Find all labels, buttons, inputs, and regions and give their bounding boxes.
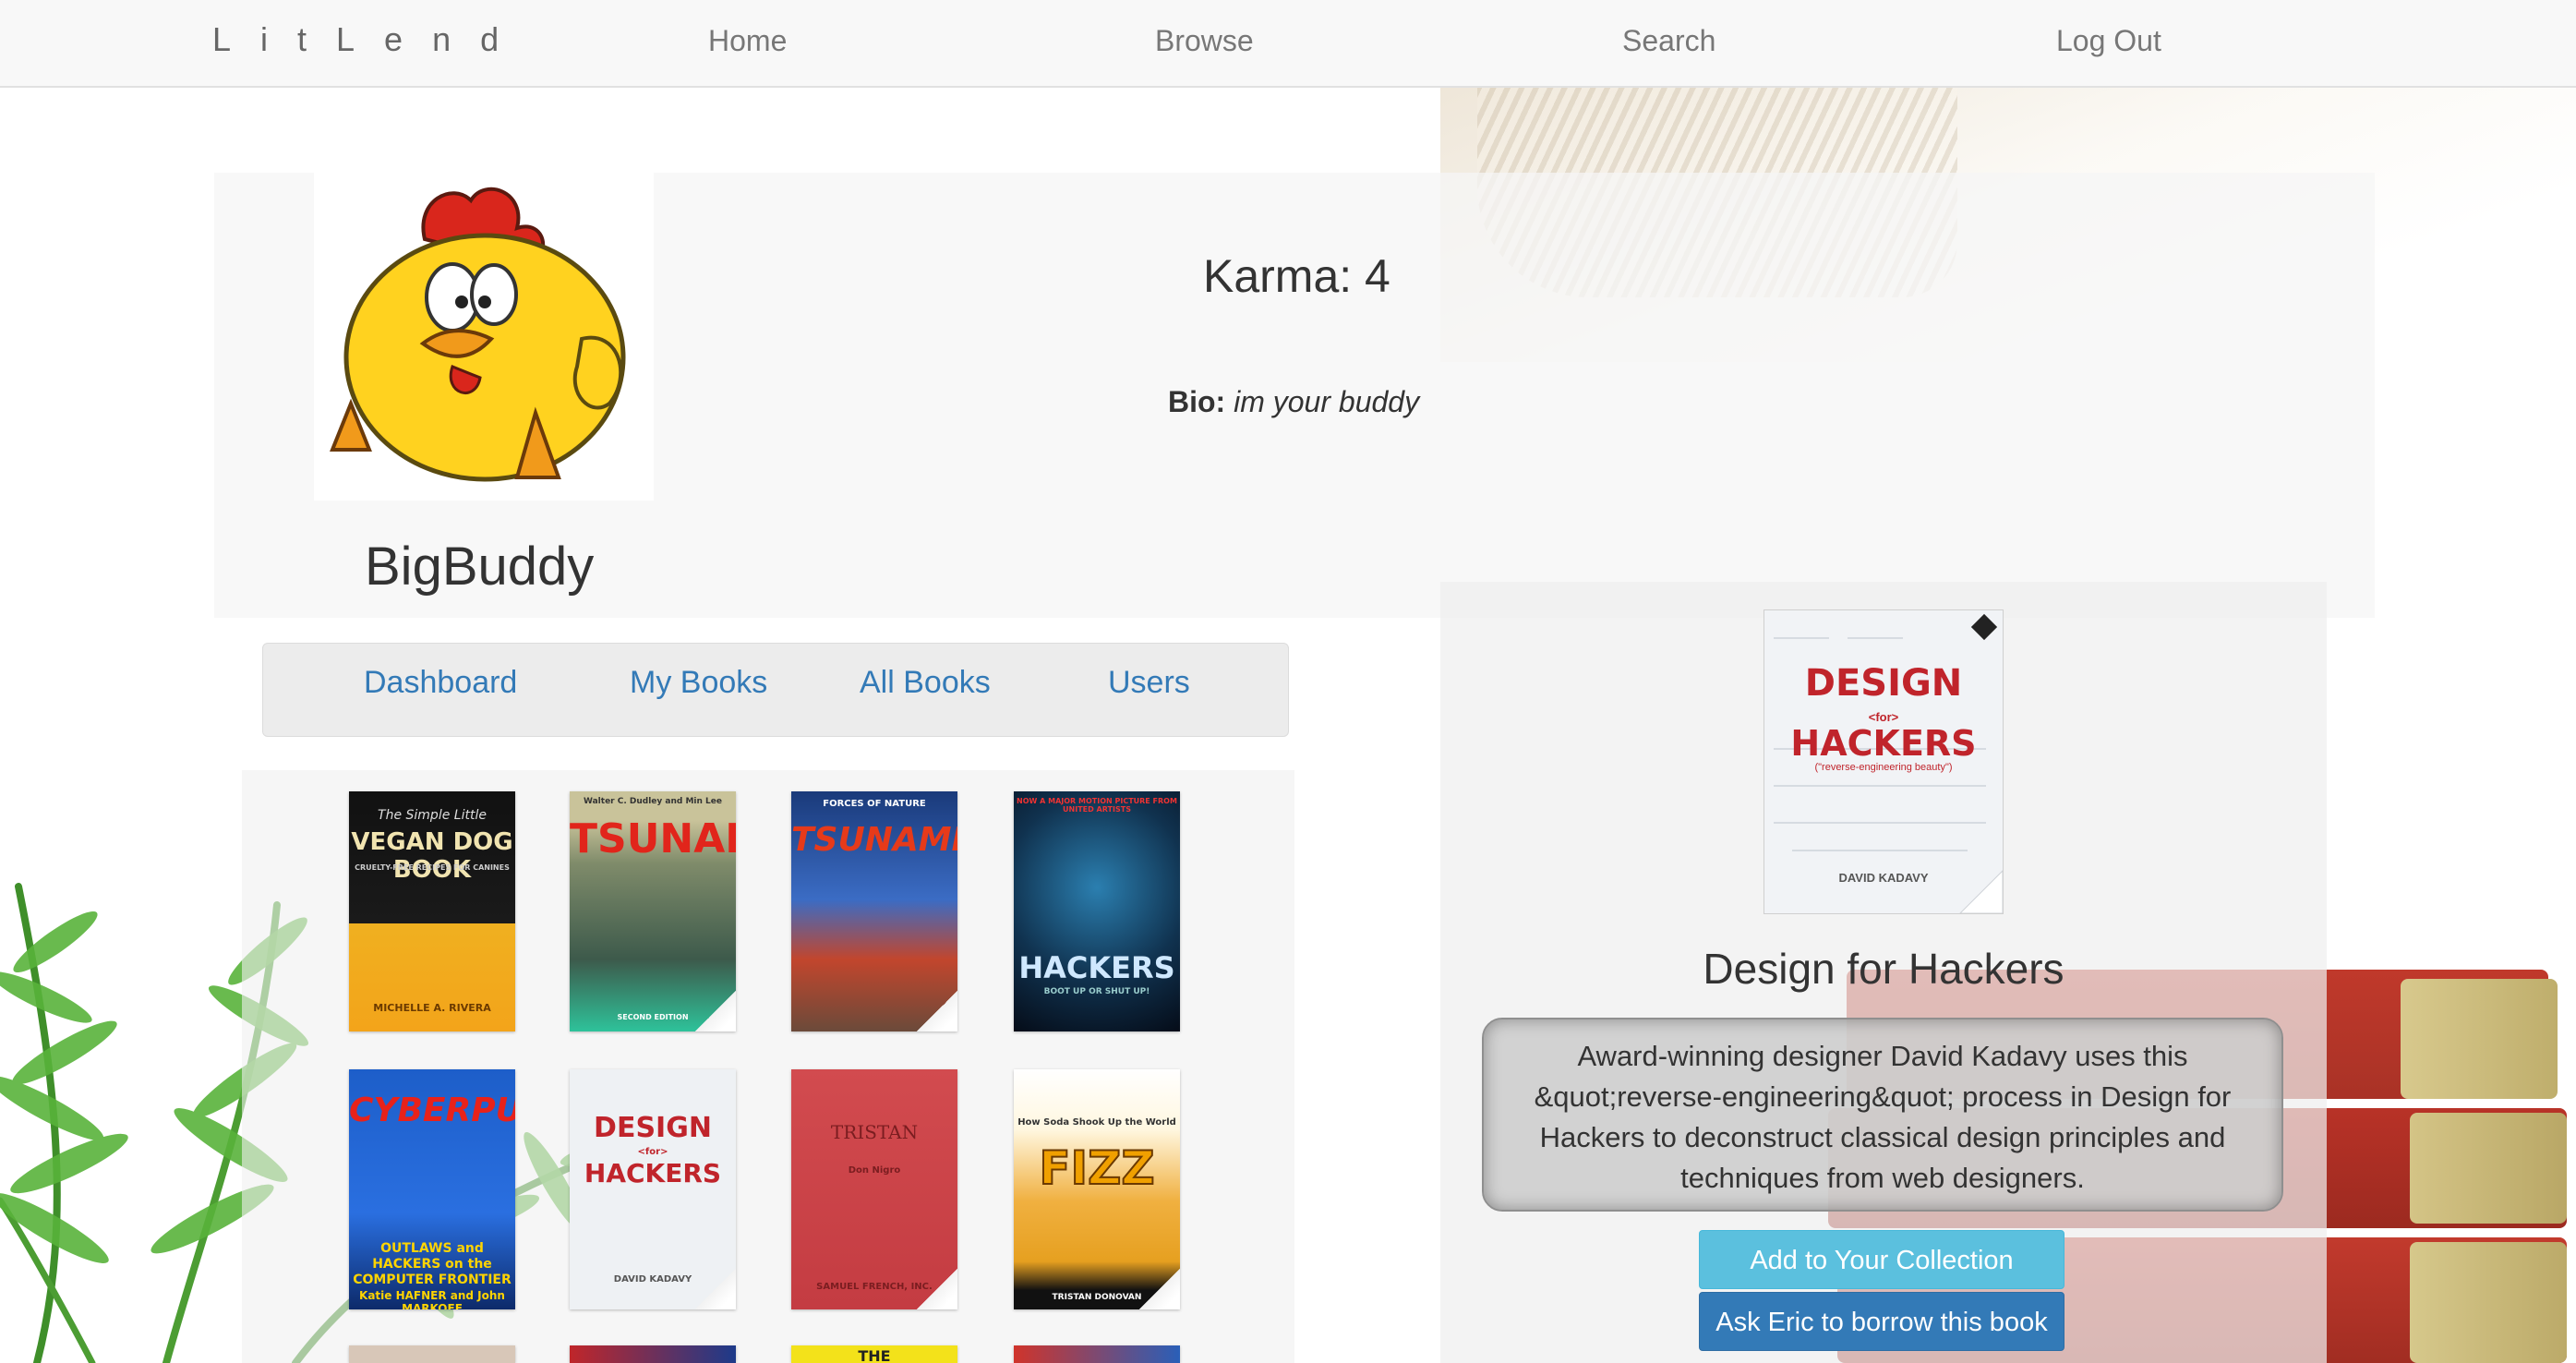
book-cover-vegan-dog-book[interactable]: The Simple Little VEGAN DOG BOOK CRUELTY… xyxy=(349,791,515,1031)
book-cover-subtitle: The Simple Little xyxy=(378,808,487,823)
book-cover-tsunamis[interactable]: FORCES OF NATURE TSUNAMIS xyxy=(791,791,957,1031)
subnav-all-books-link[interactable]: All Books xyxy=(860,665,991,701)
book-cover-author: MICHELLE A. RIVERA xyxy=(373,1002,491,1014)
nav-home-link[interactable]: Home xyxy=(708,24,787,58)
subnav-my-books-link[interactable]: My Books xyxy=(630,665,767,701)
nav-browse-link[interactable]: Browse xyxy=(1155,24,1254,58)
book-cover-title-line2: HACKERS xyxy=(584,1158,722,1188)
book-cover-title: FIZZ xyxy=(1038,1140,1155,1196)
brand-logo[interactable]: LitLend xyxy=(212,20,528,59)
book-cover-author: Walter C. Dudley and Min Lee xyxy=(584,797,722,806)
avatar xyxy=(314,173,654,501)
book-cover-fizz[interactable]: How Soda Shook Up the World FIZZ TRISTAN… xyxy=(1014,1069,1180,1309)
book-cover-tagline: CRUELTY-FREE RECIPES FOR CANINES xyxy=(355,863,510,872)
book-cover[interactable]: THE xyxy=(791,1345,957,1363)
bio-text: im your buddy xyxy=(1234,385,1420,418)
page-curl xyxy=(1139,1269,1180,1309)
book-cover-series: FORCES OF NATURE xyxy=(823,799,926,809)
book-cover-title: CYBERPUNK xyxy=(349,1092,515,1129)
book-cover-title: HACKERS xyxy=(1018,950,1175,985)
book-cover-title: TSUNAMI! xyxy=(570,815,736,862)
page-curl xyxy=(917,991,957,1031)
detail-cover-subtitle: ("reverse-engineering beauty") xyxy=(1814,762,1953,773)
book-cover-title: THE xyxy=(858,1347,891,1363)
detail-cover-title-line2: HACKERS xyxy=(1790,723,1977,764)
book-cover-title: VEGAN DOG BOOK xyxy=(351,828,513,884)
profile-username: BigBuddy xyxy=(365,537,595,597)
book-cover-title: DESIGN xyxy=(594,1112,712,1144)
book-cover-subtitle: <for> xyxy=(637,1147,668,1157)
book-cover-tristan[interactable]: TRISTAN Don Nigro SAMUEL FRENCH, INC. xyxy=(791,1069,957,1309)
book-cover-design-for-hackers[interactable]: DESIGN <for> HACKERS DAVID KADAVY xyxy=(570,1069,736,1309)
book-cover-subtitle: OUTLAWS and HACKERS on the COMPUTER FRON… xyxy=(353,1241,512,1287)
book-description: Award-winning designer David Kadavy uses… xyxy=(1482,1018,2283,1212)
book-cover-subtitle: How Soda Shook Up the World xyxy=(1017,1117,1176,1128)
subnav-dashboard-link[interactable]: Dashboard xyxy=(364,665,517,701)
subnav-users-link[interactable]: Users xyxy=(1108,665,1190,701)
chicken-avatar-icon xyxy=(330,187,626,482)
detail-cover-author: DAVID KADAVY xyxy=(1838,871,1929,885)
book-cover-title: TSUNAMIS xyxy=(791,821,957,859)
ask-to-borrow-button[interactable]: Ask Eric to borrow this book xyxy=(1699,1292,2064,1351)
book-cover[interactable] xyxy=(1014,1345,1180,1363)
detail-cover-title: DESIGN xyxy=(1804,662,1963,705)
page-curl xyxy=(917,1269,957,1309)
page-curl xyxy=(695,1269,736,1309)
book-cover-author: Don Nigro xyxy=(848,1165,901,1176)
page-curl xyxy=(695,991,736,1031)
book-cover[interactable] xyxy=(349,1345,515,1363)
book-cover-author: Katie HAFNER and John MARKOFF xyxy=(359,1289,505,1309)
add-to-collection-button[interactable]: Add to Your Collection xyxy=(1699,1230,2064,1289)
book-cover-tagline: NOW A MAJOR MOTION PICTURE FROM UNITED A… xyxy=(1017,797,1177,814)
book-cover[interactable] xyxy=(570,1345,736,1363)
profile-bio: Bio: im your buddy xyxy=(1168,385,1419,419)
karma-score: Karma: 4 xyxy=(1203,250,1390,302)
book-title: Design for Hackers xyxy=(1703,945,2064,993)
nav-search-link[interactable]: Search xyxy=(1622,24,1715,58)
book-cover-author: BOOT UP OR SHUT UP! xyxy=(1043,987,1150,996)
book-cover-title: TRISTAN xyxy=(830,1121,919,1143)
detail-book-cover: DESIGN <for> HACKERS ("reverse-engineeri… xyxy=(1763,609,2004,914)
nav-logout-link[interactable]: Log Out xyxy=(2056,24,2161,58)
book-cover-hackers[interactable]: NOW A MAJOR MOTION PICTURE FROM UNITED A… xyxy=(1014,791,1180,1031)
book-cover-tsunami[interactable]: Walter C. Dudley and Min Lee TSUNAMI! SE… xyxy=(570,791,736,1031)
bio-label: Bio: xyxy=(1168,385,1226,418)
book-cover-cyberpunk[interactable]: CYBERPUNK OUTLAWS and HACKERS on the COM… xyxy=(349,1069,515,1309)
